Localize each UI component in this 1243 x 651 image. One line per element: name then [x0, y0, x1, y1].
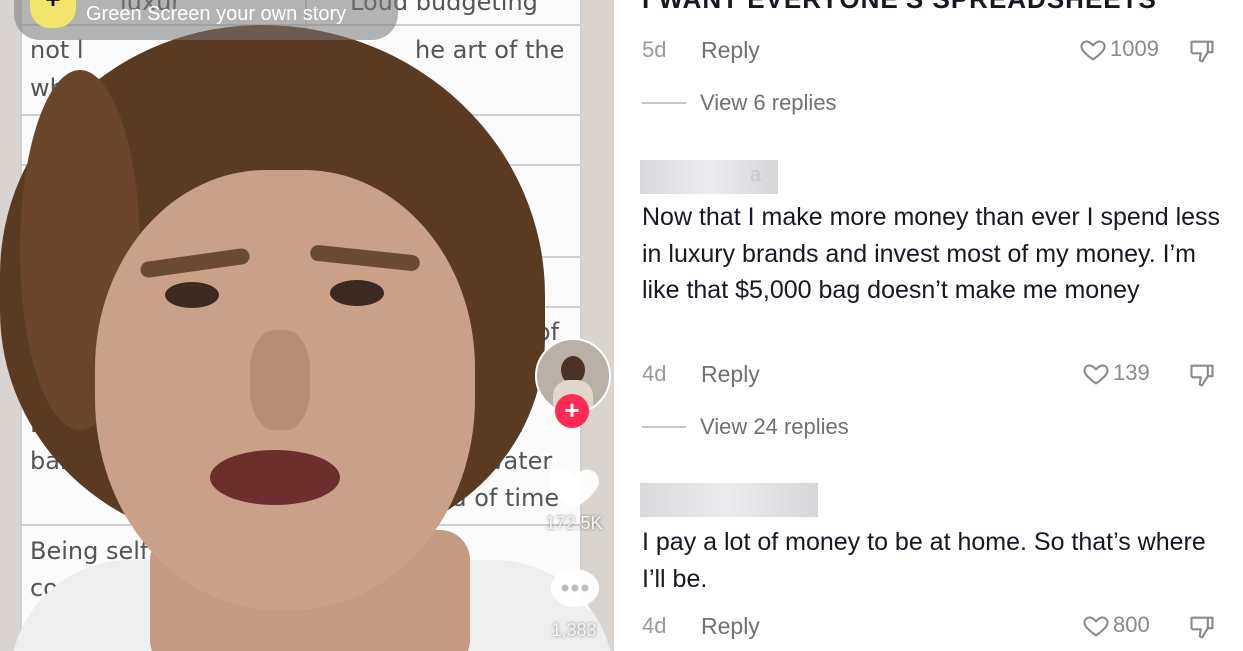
comment-count: 1,383	[551, 620, 597, 640]
heart-outline-icon	[1083, 616, 1109, 637]
comment-date: 5d	[642, 37, 667, 62]
reply-button[interactable]: Reply	[701, 613, 760, 640]
reply-button[interactable]: Reply	[701, 37, 760, 64]
blurred-username	[640, 483, 818, 517]
like-count: 139	[1113, 360, 1150, 385]
thumbs-down-icon[interactable]	[1188, 360, 1216, 395]
heart-outline-icon	[1080, 40, 1106, 61]
view-replies-link[interactable]: View 24 replies	[700, 414, 849, 440]
comment-date: 4d	[642, 361, 667, 386]
sheet-cell: he art of the	[415, 36, 565, 64]
replies-line	[642, 102, 686, 104]
replies-line	[642, 426, 686, 428]
like-count: 800	[1113, 612, 1150, 637]
green-screen-chip[interactable]: + Green Screen your own story	[14, 0, 398, 40]
view-replies-link[interactable]: View 6 replies	[700, 90, 837, 116]
heart-outline-icon	[1083, 364, 1109, 385]
comment-bubble-icon[interactable]	[550, 568, 600, 612]
add-icon: +	[30, 0, 76, 28]
green-screen-label: Green Screen your own story	[86, 3, 347, 25]
thumbs-down-icon[interactable]	[1188, 36, 1216, 71]
comment-text: I WANT EVERYONE'S SPREADSHEETS	[642, 0, 1157, 15]
blurred-username: a	[640, 160, 778, 194]
like-heart-icon[interactable]	[546, 460, 602, 516]
comments-panel: I WANT EVERYONE'S SPREADSHEETS 5d Reply …	[627, 0, 1243, 651]
panel-divider	[614, 0, 627, 651]
like-count: 172.5K	[545, 513, 603, 533]
thumbs-down-icon[interactable]	[1188, 612, 1216, 647]
comment-text: Now that I make more money than ever I s…	[642, 203, 1221, 304]
sheet-cell: not l	[30, 36, 84, 64]
video-frame[interactable]: luxur Loud budgeting not l he art of the…	[0, 0, 614, 651]
comment-text: I pay a lot of money to be at home. So t…	[642, 528, 1206, 593]
comment-date: 4d	[642, 613, 667, 638]
follow-button[interactable]: +	[555, 394, 589, 428]
reply-button[interactable]: Reply	[701, 361, 760, 388]
like-count: 1009	[1110, 36, 1159, 61]
